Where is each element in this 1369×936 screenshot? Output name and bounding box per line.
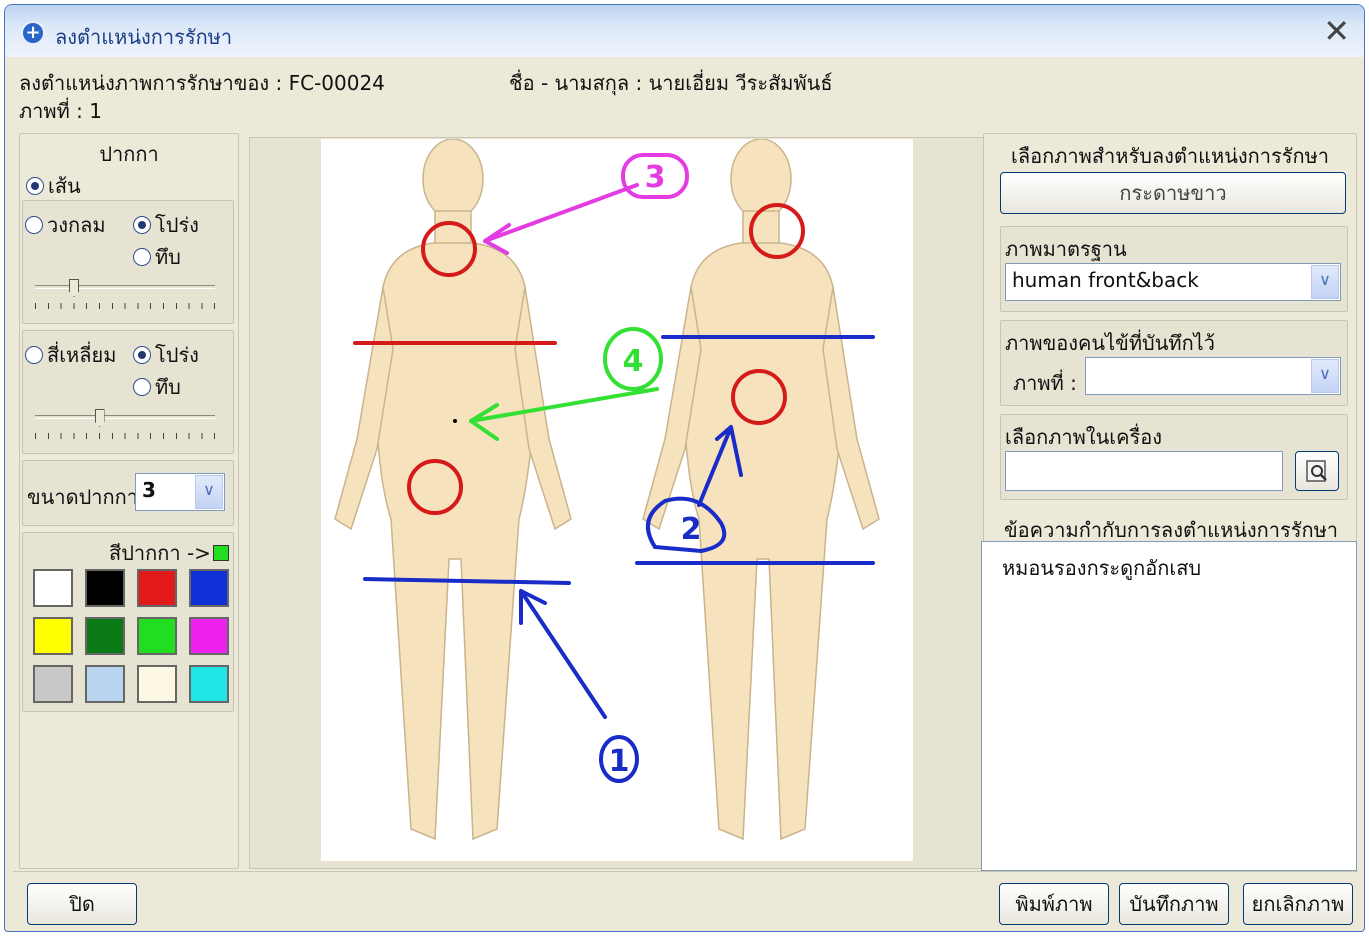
body-drawing-canvas[interactable]: 3 4 2 1 (321, 139, 913, 861)
saved-image-label: ภาพของคนไข้ที่บันทึกไว้ (1005, 331, 1215, 355)
back-body-figure (642, 139, 880, 841)
radio-icon (25, 216, 43, 234)
saved-image-group: ภาพของคนไข้ที่บันทึกไว้ ภาพที่ : ∨ (1000, 320, 1348, 406)
pen-title: ปากกา (99, 142, 159, 166)
circle-transparent-radio[interactable]: โปร่ง (133, 209, 199, 241)
square-size-slider[interactable] (35, 409, 215, 439)
blank-paper-button[interactable]: กระดาษขาว (1000, 172, 1346, 214)
standard-image-value: human front&back (1012, 268, 1199, 292)
square-transparent-radio[interactable]: โปร่ง (133, 339, 199, 371)
current-color-swatch (212, 545, 229, 561)
circle-group: วงกลม โปร่ง ทึบ (22, 200, 234, 324)
medical-plus-icon: + (21, 21, 45, 45)
chevron-down-icon[interactable]: ∨ (195, 475, 223, 509)
note-textarea[interactable]: หมอนรองกระดูกอักเสบ (981, 541, 1357, 871)
print-image-button[interactable]: พิมพ์ภาพ (999, 883, 1109, 925)
slider-track (35, 415, 215, 419)
pen-size-value: 3 (142, 478, 156, 502)
color-swatch[interactable] (137, 569, 177, 607)
square-transparent-label: โปร่ง (155, 343, 199, 367)
color-swatch[interactable] (85, 617, 125, 655)
pen-size-group: ขนาดปากกา 3 ∨ (22, 460, 234, 526)
line-radio[interactable]: เส้น (26, 170, 81, 202)
color-swatch[interactable] (189, 617, 229, 655)
note-text: หมอนรองกระดูกอักเสบ (1002, 556, 1202, 580)
slider-ticks (35, 433, 215, 439)
saved-image-number-label: ภาพที่ : (1013, 371, 1077, 395)
save-image-button[interactable]: บันทึกภาพ (1119, 883, 1229, 925)
color-swatch[interactable] (189, 569, 229, 607)
annotation-number-3: 3 (645, 160, 666, 195)
local-image-label: เลือกภาพในเครื่อง (1005, 425, 1162, 449)
title-bar[interactable]: + ลงตำแหน่งการรักษา ✕ (5, 5, 1364, 57)
blue-arrow-thigh-mark (519, 589, 607, 719)
color-swatch[interactable] (33, 569, 73, 607)
front-torso-legs (376, 242, 534, 841)
radio-icon (133, 378, 151, 396)
slider-thumb[interactable] (94, 409, 105, 427)
circle-solid-radio[interactable]: ทึบ (133, 241, 181, 273)
square-radio[interactable]: สี่เหลี่ยม (25, 339, 116, 371)
pen-panel: ปากกา เส้น วงกลม โปร่ง ทึบ สี่เหลี่ยม โป… (19, 133, 239, 869)
dialog-window: + ลงตำแหน่งการรักษา ✕ ลงตำแหน่งภาพการรัก… (4, 4, 1365, 932)
front-head (422, 139, 484, 220)
circle-transparent-label: โปร่ง (155, 213, 199, 237)
annotation-number-2: 2 (681, 512, 702, 547)
radio-icon (25, 346, 43, 364)
close-button[interactable]: ปิด (27, 883, 137, 925)
slider-ticks (35, 303, 215, 309)
color-swatch[interactable] (189, 665, 229, 703)
standard-image-select[interactable]: human front&back ∨ (1005, 263, 1341, 301)
local-image-group: เลือกภาพในเครื่อง (1000, 414, 1348, 500)
local-image-path-input[interactable] (1005, 451, 1283, 491)
image-number-label: ภาพที่ : 1 (19, 99, 102, 123)
circle-size-slider[interactable] (35, 279, 215, 309)
navel-dot (453, 419, 457, 423)
radio-selected-icon (133, 346, 151, 364)
chevron-down-icon[interactable]: ∨ (1311, 265, 1339, 299)
close-icon[interactable]: ✕ (1323, 15, 1350, 47)
dialog-body: ลงตำแหน่งภาพการรักษาของ : FC-00024 ชื่อ … (13, 57, 1358, 925)
cancel-image-button[interactable]: ยกเลิกภาพ (1243, 883, 1353, 925)
back-torso-legs (684, 242, 842, 841)
color-swatch[interactable] (137, 665, 177, 703)
circle-solid-label: ทึบ (155, 245, 181, 269)
radio-selected-icon (133, 216, 151, 234)
pen-color-label: สีปากกา -> (109, 541, 211, 565)
annotation-number-4: 4 (623, 344, 644, 379)
line-label: เส้น (48, 174, 81, 198)
pen-size-label: ขนาดปากกา (27, 485, 138, 509)
square-label: สี่เหลี่ยม (47, 343, 117, 367)
front-body-figure (334, 139, 572, 841)
patient-name-label: ชื่อ - นามสกุล : นายเอี่ยม วีระสัมพันธ์ (509, 71, 833, 95)
pen-color-group: สีปากกา -> (22, 532, 234, 712)
magenta-arrow-mark (483, 183, 639, 255)
color-swatch[interactable] (85, 665, 125, 703)
color-swatch[interactable] (33, 617, 73, 655)
slider-track (35, 285, 215, 289)
saved-image-select[interactable]: ∨ (1085, 357, 1341, 395)
standard-image-label: ภาพมาตรฐาน (1005, 237, 1127, 261)
chevron-down-icon[interactable]: ∨ (1311, 359, 1339, 393)
radio-selected-icon (26, 177, 44, 195)
circle-radio[interactable]: วงกลม (25, 209, 106, 241)
search-file-icon (1306, 460, 1327, 482)
browse-button[interactable] (1295, 451, 1339, 491)
window-title: ลงตำแหน่งการรักษา (55, 25, 233, 49)
square-solid-label: ทึบ (155, 375, 181, 399)
color-swatch[interactable] (137, 617, 177, 655)
slider-thumb[interactable] (69, 279, 79, 297)
annotation-number-1: 1 (609, 744, 630, 779)
select-image-title: เลือกภาพสำหรับลงตำแหน่งการรักษา (1011, 144, 1329, 168)
standard-image-group: ภาพมาตรฐาน human front&back ∨ (1000, 226, 1348, 312)
square-group: สี่เหลี่ยม โปร่ง ทึบ (22, 330, 234, 454)
pen-size-select[interactable]: 3 ∨ (135, 473, 225, 511)
circle-label: วงกลม (47, 213, 106, 237)
radio-icon (133, 248, 151, 266)
pen-color-label-row: สีปากกา -> (109, 537, 229, 569)
color-swatch[interactable] (85, 569, 125, 607)
color-swatch[interactable] (33, 665, 73, 703)
square-solid-radio[interactable]: ทึบ (133, 371, 181, 403)
